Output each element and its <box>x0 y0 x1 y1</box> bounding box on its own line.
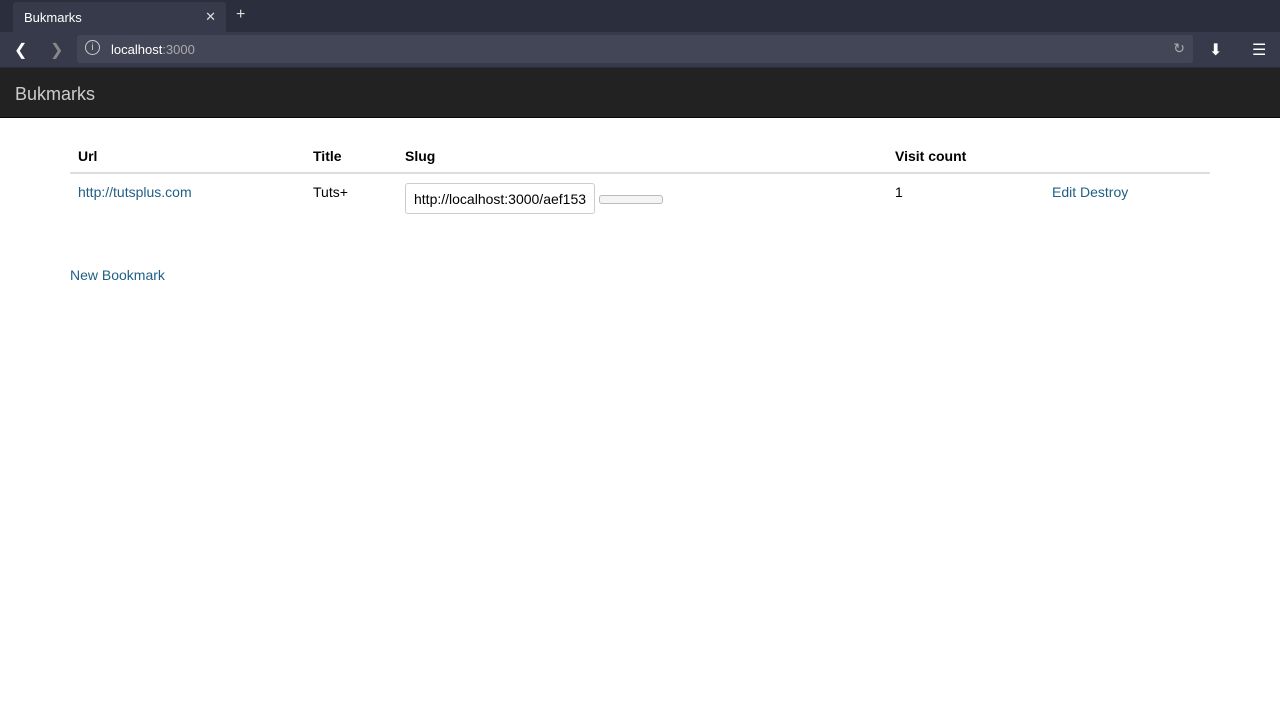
menu-icon[interactable]: ☰ <box>1252 40 1266 60</box>
url-link[interactable]: http://tutsplus.com <box>78 184 192 200</box>
brand[interactable]: Bukmarks <box>15 84 95 104</box>
url-host: localhost <box>111 42 163 57</box>
header-actions <box>1044 138 1210 174</box>
bookmarks-table: Url Title Slug Visit count http://tutspl… <box>70 138 1210 224</box>
edit-link[interactable]: Edit <box>1052 184 1076 200</box>
title-cell: Tuts+ <box>313 184 348 200</box>
slug-input[interactable] <box>405 183 595 214</box>
close-tab-icon[interactable]: ✕ <box>205 9 216 25</box>
destroy-link[interactable]: Destroy <box>1080 184 1128 200</box>
back-icon[interactable]: ❮ <box>14 40 27 60</box>
address-bar[interactable]: i localhost:3000 ↻ <box>77 35 1193 63</box>
download-icon[interactable]: ⬇ <box>1209 40 1222 60</box>
url-port: :3000 <box>162 42 195 57</box>
header-title: Title <box>305 138 397 174</box>
copy-button[interactable] <box>599 195 663 205</box>
header-url: Url <box>70 138 305 174</box>
reload-icon[interactable]: ↻ <box>1173 40 1185 57</box>
tab-bar: Bukmarks ✕ + <box>0 0 1280 32</box>
browser-tab[interactable]: Bukmarks ✕ <box>13 2 226 32</box>
app-navbar: Bukmarks <box>0 68 1280 118</box>
table-row: http://tutsplus.com Tuts+ 1 Edit Destroy <box>70 173 1210 224</box>
header-slug: Slug <box>397 138 887 174</box>
forward-icon[interactable]: ❯ <box>50 40 63 60</box>
info-icon[interactable]: i <box>85 40 100 55</box>
browser-toolbar: ❮ ❯ i localhost:3000 ↻ ⬇ ☰ <box>0 32 1280 68</box>
new-bookmark-link[interactable]: New Bookmark <box>70 267 165 283</box>
header-visit-count: Visit count <box>887 138 1044 174</box>
visit-count-cell: 1 <box>895 184 903 200</box>
tab-title: Bukmarks <box>24 10 82 25</box>
new-tab-icon[interactable]: + <box>236 6 245 24</box>
